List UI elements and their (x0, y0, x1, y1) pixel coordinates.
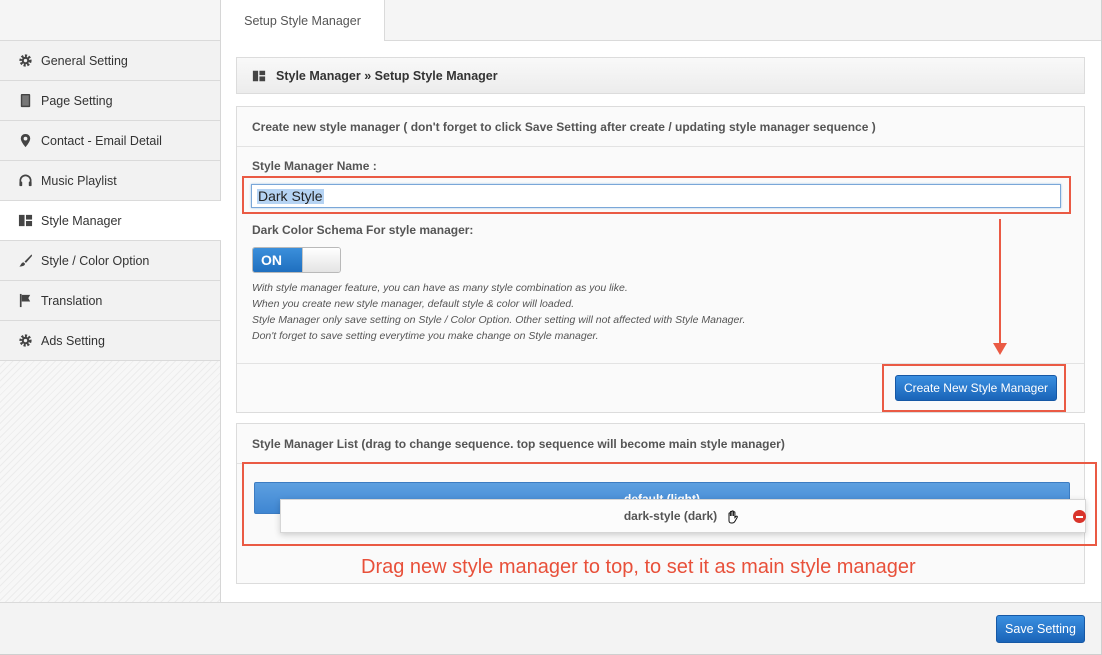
create-panel-heading: Create new style manager ( don't forget … (237, 107, 1084, 147)
sidebar-item-label: Ads Setting (41, 333, 105, 348)
tab-setup-style-manager[interactable]: Setup Style Manager (221, 0, 385, 42)
sidebar-item-label: Style / Color Option (41, 253, 150, 268)
breadcrumb: Style Manager » Setup Style Manager (236, 57, 1085, 94)
list-highlight-box (242, 462, 1097, 546)
annotation-arrow-head (993, 343, 1007, 355)
sidebar-item-general-setting[interactable]: General Setting (0, 41, 220, 81)
toggle-knob (302, 248, 340, 272)
help-text: With style manager feature, you can have… (252, 280, 745, 344)
style-manager-name-label: Style Manager Name : (252, 159, 377, 173)
sidebar-item-contact-email[interactable]: Contact - Email Detail (0, 121, 220, 161)
toggle-on-label: ON (253, 248, 302, 272)
help-line: Style Manager only save setting on Style… (252, 314, 746, 326)
dark-schema-label: Dark Color Schema For style manager: (252, 223, 474, 237)
sidebar-item-label: General Setting (41, 53, 128, 68)
headphones-icon (17, 173, 33, 189)
breadcrumb-text: Style Manager » Setup Style Manager (276, 68, 498, 83)
gear-icon (17, 53, 33, 69)
sidebar-item-page-setting[interactable]: Page Setting (0, 81, 220, 121)
gear-icon (17, 333, 33, 349)
tab-bar: Setup Style Manager (221, 0, 1101, 42)
flag-icon (17, 293, 33, 309)
sidebar-item-label: Contact - Email Detail (41, 133, 162, 148)
layout-icon (252, 69, 266, 83)
save-setting-button[interactable]: Save Setting (996, 615, 1085, 643)
sidebar-header (0, 0, 220, 41)
create-button-highlight-box (882, 364, 1066, 412)
footer-bar (0, 602, 1101, 654)
help-line: Don't forget to save setting everytime y… (252, 330, 599, 342)
dark-schema-toggle[interactable]: ON (252, 247, 341, 273)
help-line: With style manager feature, you can have… (252, 282, 628, 294)
page-icon (17, 93, 33, 109)
sidebar-item-label: Translation (41, 293, 103, 308)
name-input-highlight-box (242, 176, 1071, 214)
annotation-arrow (999, 219, 1001, 347)
sidebar-item-ads-setting[interactable]: Ads Setting (0, 321, 220, 361)
map-pin-icon (17, 133, 33, 149)
sidebar: General Setting Page Setting Contact - E… (0, 0, 221, 602)
sidebar-item-style-color-option[interactable]: Style / Color Option (0, 241, 220, 281)
sidebar-item-label: Page Setting (41, 93, 113, 108)
sidebar-item-translation[interactable]: Translation (0, 281, 220, 321)
sidebar-item-label: Style Manager (41, 213, 122, 228)
brush-icon (17, 253, 33, 269)
layout-icon (17, 213, 33, 229)
sidebar-item-music-playlist[interactable]: Music Playlist (0, 161, 220, 201)
list-panel-heading: Style Manager List (drag to change seque… (237, 424, 1084, 464)
help-line: When you create new style manager, defau… (252, 298, 575, 310)
annotation-text: Drag new style manager to top, to set it… (361, 556, 916, 578)
sidebar-item-style-manager[interactable]: Style Manager (0, 201, 221, 241)
sidebar-item-label: Music Playlist (41, 173, 117, 188)
